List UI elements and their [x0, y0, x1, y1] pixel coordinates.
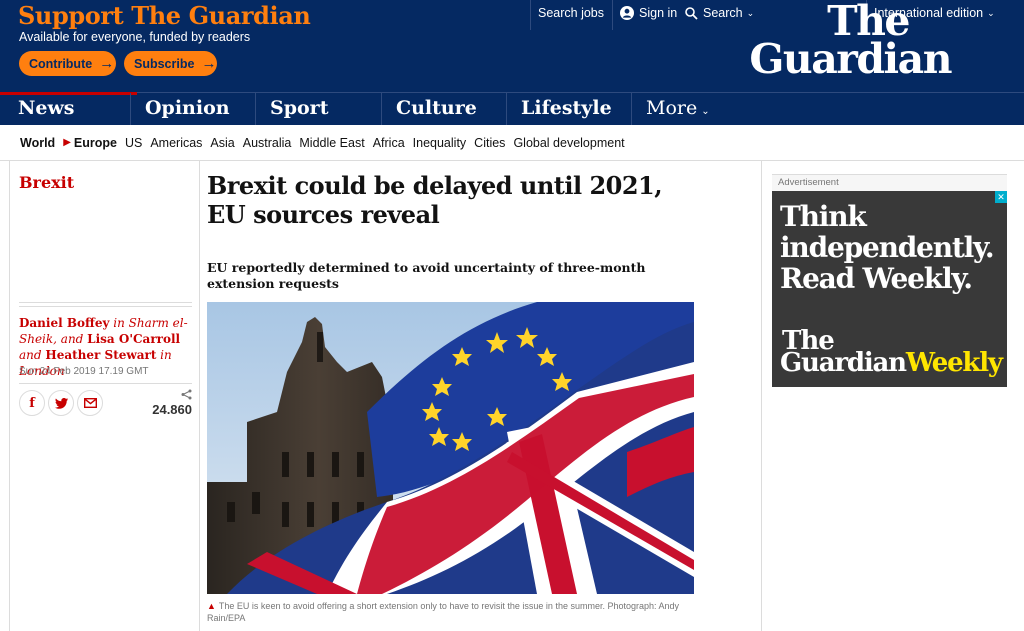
share-icon	[181, 389, 192, 400]
flags-parliament-photo	[207, 302, 694, 594]
subnav-item-australia[interactable]: Australia	[243, 136, 292, 150]
chevron-down-icon: ⌄	[701, 106, 710, 117]
advert-headline: Think independently. Read Weekly.	[780, 201, 1005, 294]
byline-location: and	[19, 348, 46, 362]
author-link[interactable]: Daniel Boffey	[19, 316, 109, 330]
divider	[19, 306, 192, 307]
subnav-item-middle-east[interactable]: Middle East	[299, 136, 364, 150]
pillar-nav: News Opinion Sport Culture Lifestyle Mor…	[0, 92, 1024, 125]
pillar-opinion[interactable]: Opinion	[130, 93, 255, 125]
subnav-item-inequality[interactable]: Inequality	[413, 136, 467, 150]
share-count: 24.860	[152, 402, 192, 417]
sign-in-link[interactable]: Sign in	[620, 6, 677, 20]
series-label[interactable]: Brexit	[19, 173, 74, 192]
column-divider	[199, 161, 200, 631]
guardian-logo[interactable]: The Guardian	[716, 1, 952, 83]
subnav-item-americas[interactable]: Americas	[150, 136, 202, 150]
contribute-label: Contribute	[29, 56, 93, 71]
caption-text: The EU is keen to avoid offering a short…	[207, 601, 680, 623]
share-facebook-button[interactable]: f	[19, 390, 45, 416]
author-link[interactable]: Heather Stewart	[45, 348, 156, 362]
subnav-item-africa[interactable]: Africa	[373, 136, 405, 150]
share-twitter-button[interactable]	[48, 390, 74, 416]
pillar-more[interactable]: More ⌄	[631, 93, 1022, 125]
arrow-right-icon: →	[99, 55, 115, 72]
divider	[612, 0, 613, 30]
article-main-image	[207, 302, 694, 594]
subnav-item-cities[interactable]: Cities	[474, 136, 505, 150]
publish-date: Sun 24 Feb 2019 17.19 GMT	[19, 366, 149, 377]
logo-line-guardian: Guardian	[749, 35, 952, 83]
advert-logo-weekly: Weekly	[905, 348, 1003, 378]
more-label: More	[646, 97, 698, 119]
facebook-icon: f	[29, 395, 35, 411]
advertisement-label: Advertisement	[772, 174, 1007, 191]
search-icon	[685, 6, 698, 20]
caption-arrow-icon: ▲	[207, 601, 216, 611]
advert-logo-guardian: Guardian	[780, 348, 907, 378]
advert-line: Think	[780, 200, 867, 233]
pillar-culture[interactable]: Culture	[381, 93, 506, 125]
pillar-news[interactable]: News	[0, 92, 137, 125]
current-section-arrow-icon: ▶	[63, 137, 71, 148]
share-email-button[interactable]	[77, 390, 103, 416]
author-link[interactable]: Lisa O'Carroll	[87, 332, 180, 346]
section-subnav: World ▶ Europe US Americas Asia Australi…	[0, 125, 1024, 161]
subnav-item-europe[interactable]: Europe	[74, 136, 117, 150]
column-divider	[9, 161, 10, 631]
advert-line: independently.	[780, 231, 995, 264]
support-title[interactable]: Support The Guardian	[18, 1, 311, 30]
subnav-item-world[interactable]: World	[20, 136, 55, 150]
chevron-down-icon: ⌄	[987, 7, 995, 18]
guardian-weekly-advert[interactable]: ✕ Think independently. Read Weekly. The …	[772, 191, 1007, 387]
twitter-icon	[54, 397, 68, 409]
image-caption: ▲ The EU is keen to avoid offering a shor…	[207, 600, 694, 624]
pillar-lifestyle[interactable]: Lifestyle	[506, 93, 631, 125]
pillar-sport[interactable]: Sport	[255, 93, 380, 125]
search-jobs-link[interactable]: Search jobs	[538, 6, 604, 20]
divider	[19, 302, 192, 303]
article-headline: Brexit could be delayed until 2021, EU s…	[207, 171, 663, 229]
subnav-item-asia[interactable]: Asia	[210, 136, 234, 150]
masthead: Support The Guardian Available for every…	[0, 0, 1024, 92]
user-icon	[620, 6, 634, 20]
subscribe-label: Subscribe	[134, 56, 195, 71]
divider	[19, 383, 192, 384]
email-icon	[83, 398, 97, 408]
subscribe-button[interactable]: Subscribe →	[124, 51, 217, 76]
arrow-right-icon: →	[201, 55, 217, 72]
article-standfirst: EU reportedly determined to avoid uncert…	[207, 260, 646, 291]
subnav-item-global-development[interactable]: Global development	[513, 136, 624, 150]
divider	[530, 0, 531, 30]
column-divider	[761, 161, 762, 631]
contribute-button[interactable]: Contribute →	[19, 51, 116, 76]
guardian-weekly-logo: GuardianWeekly	[780, 348, 1003, 378]
advert-line: Read Weekly.	[780, 262, 973, 295]
subnav-item-us[interactable]: US	[125, 136, 142, 150]
sign-in-label: Sign in	[639, 6, 678, 20]
support-subtitle: Available for everyone, funded by reader…	[19, 30, 251, 44]
